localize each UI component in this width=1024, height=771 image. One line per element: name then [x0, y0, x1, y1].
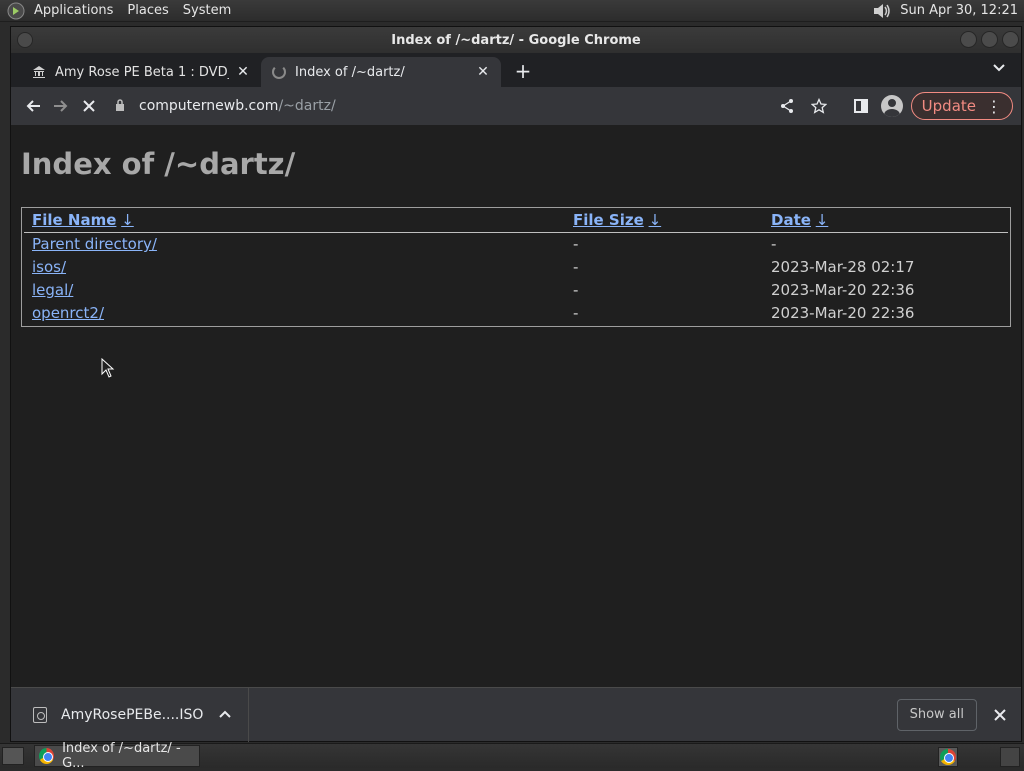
cell-size: -: [573, 281, 579, 299]
show-all-button[interactable]: Show all: [896, 698, 977, 731]
link-isos[interactable]: isos/: [32, 258, 66, 276]
menu-system[interactable]: System: [183, 3, 231, 18]
cell-size: -: [573, 304, 579, 322]
minimize-button[interactable]: [960, 31, 977, 48]
close-window-button[interactable]: [1002, 31, 1019, 48]
address-bar[interactable]: computernewb.com/~dartz/: [115, 91, 765, 121]
update-label: Update: [921, 97, 976, 115]
cell-size: -: [573, 235, 579, 253]
url-host: computernewb.com: [139, 98, 279, 114]
forward-button[interactable]: [47, 92, 75, 120]
tray-chrome-icon[interactable]: [938, 747, 958, 767]
window-title: Index of /~dartz/ - Google Chrome: [391, 32, 641, 48]
close-tab-icon[interactable]: ✕: [475, 64, 491, 80]
cell-date: 2023-Mar-20 22:36: [771, 281, 915, 299]
back-button[interactable]: [19, 92, 47, 120]
page-content: Index of /~dartz/ File Name ↓ File Size …: [11, 125, 1021, 689]
disc-file-icon: [33, 706, 47, 723]
bottom-taskbar: Index of /~dartz/ - G...: [0, 741, 1024, 771]
tab-index-dartz[interactable]: Index of /~dartz/ ✕: [261, 57, 501, 87]
mouse-pointer-icon: [101, 358, 115, 378]
table-header: File Name ↓ File Size ↓ Date ↓: [22, 211, 1010, 233]
tab-title: Index of /~dartz/: [295, 64, 405, 80]
maximize-button[interactable]: [981, 31, 998, 48]
stop-loading-button[interactable]: [75, 92, 103, 120]
taskbar-window-label: Index of /~dartz/ - G...: [62, 741, 181, 771]
side-panel-icon[interactable]: [847, 92, 875, 120]
tab-search-chevron-icon[interactable]: [993, 61, 1005, 75]
chevron-up-icon[interactable]: [219, 707, 232, 722]
close-tab-icon[interactable]: ✕: [235, 64, 251, 80]
table-row: Parent directory/ - -: [22, 235, 1010, 257]
cell-date: 2023-Mar-20 22:36: [771, 304, 915, 322]
share-icon[interactable]: [773, 92, 801, 120]
lock-icon[interactable]: [115, 98, 129, 114]
top-panel: Applications Places System Sun Apr 30, 1…: [0, 0, 1024, 22]
table-row: openrct2/ - 2023-Mar-20 22:36: [22, 304, 1010, 326]
page-title: Index of /~dartz/: [21, 147, 296, 181]
col-header-file-name[interactable]: File Name ↓: [32, 211, 134, 229]
sort-arrow-icon[interactable]: ↓: [121, 211, 134, 229]
col-header-date[interactable]: Date ↓: [771, 211, 828, 229]
tab-strip: Amy Rose PE Beta 1 : DVD_I ✕ Index of /~…: [11, 53, 1021, 87]
loading-spinner-icon: [271, 64, 287, 80]
link-legal[interactable]: legal/: [32, 281, 73, 299]
museum-icon: [31, 64, 47, 80]
link-parent-directory[interactable]: Parent directory/: [32, 235, 157, 253]
url-path: /~dartz/: [278, 98, 336, 114]
cell-date: -: [771, 235, 777, 253]
distro-logo-icon[interactable]: [6, 1, 26, 21]
table-row: legal/ - 2023-Mar-20 22:36: [22, 281, 1010, 303]
menu-applications[interactable]: Applications: [34, 3, 113, 18]
sort-arrow-icon[interactable]: ↓: [649, 211, 662, 229]
file-listing-table: File Name ↓ File Size ↓ Date ↓ Parent di…: [21, 207, 1011, 327]
chrome-icon: [39, 748, 55, 764]
window-menu-button[interactable]: [17, 32, 33, 48]
profile-avatar-icon[interactable]: [880, 95, 903, 117]
new-tab-button[interactable]: +: [509, 57, 537, 85]
bookmark-star-icon[interactable]: [805, 92, 833, 120]
header-divider: [24, 232, 1008, 233]
kebab-menu-icon[interactable]: ⋮: [986, 97, 1002, 116]
menu-places[interactable]: Places: [127, 3, 168, 18]
downloads-shelf: AmyRosePEBe....ISO Show all: [11, 687, 1021, 742]
cell-date: 2023-Mar-28 02:17: [771, 258, 915, 276]
window-titlebar[interactable]: Index of /~dartz/ - Google Chrome: [11, 27, 1021, 53]
cell-size: -: [573, 258, 579, 276]
browser-toolbar: computernewb.com/~dartz/ Update ⋮: [11, 87, 1021, 125]
tab-title: Amy Rose PE Beta 1 : DVD_I: [55, 64, 229, 80]
volume-icon[interactable]: [872, 2, 892, 20]
link-openrct2[interactable]: openrct2/: [32, 304, 104, 322]
close-shelf-icon[interactable]: [987, 702, 1013, 728]
clock[interactable]: Sun Apr 30, 12:21: [900, 3, 1018, 18]
download-filename: AmyRosePEBe....ISO: [61, 706, 204, 723]
update-button[interactable]: Update ⋮: [910, 92, 1013, 120]
tab-amy-rose[interactable]: Amy Rose PE Beta 1 : DVD_I ✕: [21, 57, 261, 87]
show-desktop-icon[interactable]: [2, 747, 24, 765]
browser-window: Index of /~dartz/ - Google Chrome Amy Ro…: [10, 26, 1022, 742]
table-row: isos/ - 2023-Mar-28 02:17: [22, 258, 1010, 280]
taskbar-window-button[interactable]: Index of /~dartz/ - G...: [34, 741, 200, 771]
sort-arrow-icon[interactable]: ↓: [816, 211, 829, 229]
download-item[interactable]: AmyRosePEBe....ISO: [11, 687, 249, 742]
workspace-switcher[interactable]: [1000, 747, 1020, 767]
col-header-file-size[interactable]: File Size ↓: [573, 211, 661, 229]
